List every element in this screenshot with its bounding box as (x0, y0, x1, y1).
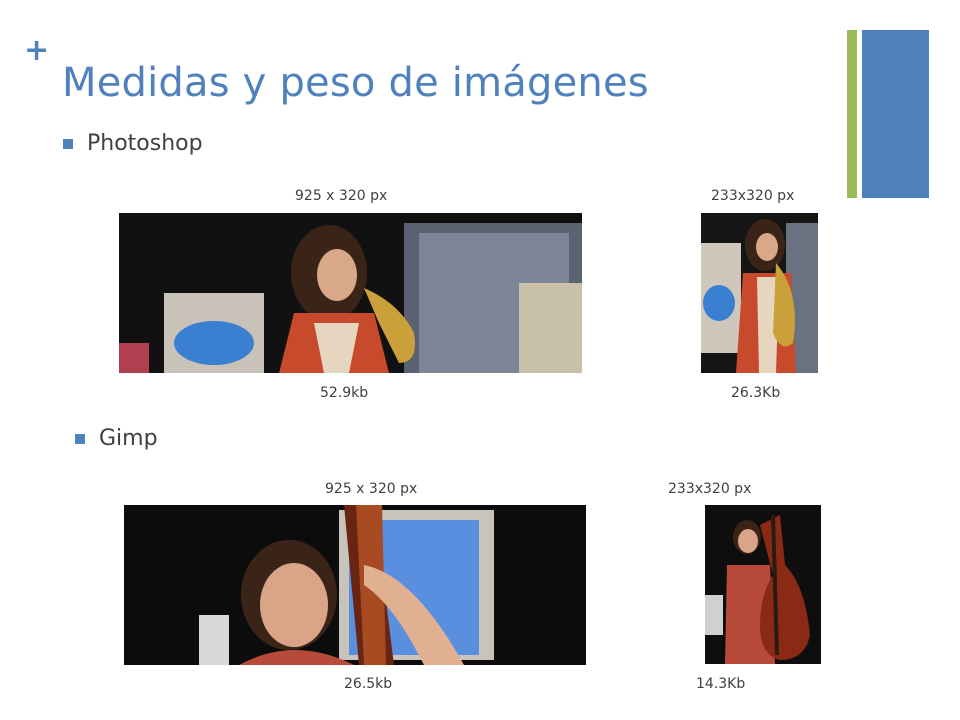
accent-bar-green (847, 30, 857, 198)
accent-bar-blue (862, 30, 929, 198)
bullet-photoshop: Photoshop (63, 131, 203, 156)
bullet-label: Gimp (99, 426, 158, 451)
gimp-narrow-image (705, 505, 821, 664)
gimp-narrow-size: 14.3Kb (696, 676, 746, 692)
photoshop-wide-size: 52.9kb (320, 385, 369, 401)
bullet-square-icon (75, 433, 85, 444)
gimp-wide-image (124, 505, 586, 665)
bullet-square-icon (63, 138, 73, 149)
slide-title: Medidas y peso de imágenes (62, 60, 649, 106)
photoshop-wide-dims: 925 x 320 px (295, 188, 388, 204)
photoshop-wide-image (119, 213, 582, 373)
plus-mark: + (24, 33, 50, 68)
photoshop-narrow-dims: 233x320 px (711, 188, 795, 204)
gimp-wide-size: 26.5kb (344, 676, 393, 692)
photoshop-narrow-size: 26.3Kb (731, 385, 781, 401)
gimp-narrow-dims: 233x320 px (668, 481, 752, 497)
photoshop-narrow-image (701, 213, 818, 373)
bullet-label: Photoshop (87, 131, 203, 156)
bullet-gimp: Gimp (75, 426, 158, 451)
gimp-wide-dims: 925 x 320 px (325, 481, 418, 497)
